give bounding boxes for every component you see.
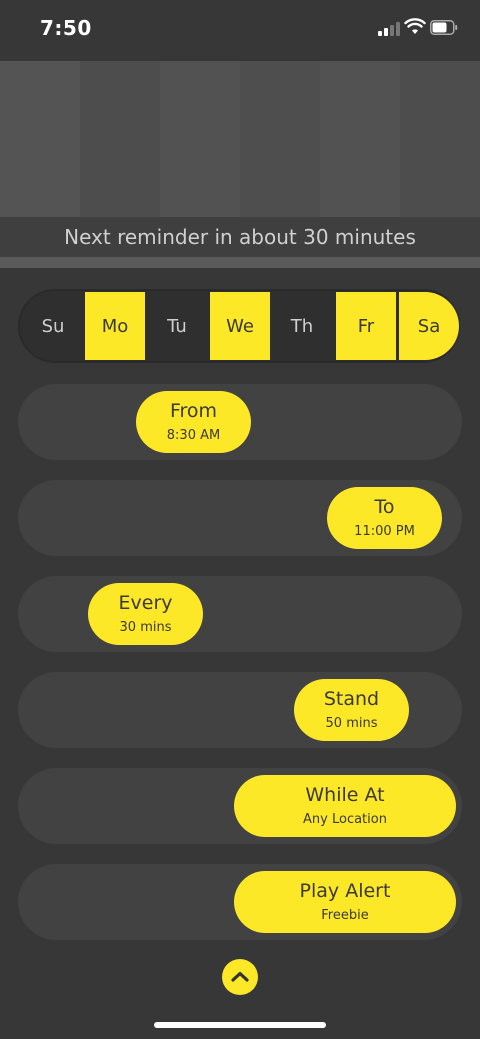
status-time: 7:50 <box>40 16 92 40</box>
while-at-title: While At <box>305 784 385 806</box>
stand-value: 50 mins <box>325 716 378 731</box>
stand-slider-track[interactable]: Stand 50 mins <box>18 672 462 748</box>
every-title: Every <box>118 592 173 614</box>
hero-band <box>0 61 80 217</box>
day-label: Tu <box>167 315 187 337</box>
stand-duration-handle[interactable]: Stand 50 mins <box>294 679 409 741</box>
to-value: 11:00 PM <box>354 524 415 539</box>
every-interval-handle[interactable]: Every 30 mins <box>88 583 203 645</box>
day-label: Fr <box>357 315 375 337</box>
day-toggle-monday[interactable]: Mo <box>85 292 145 360</box>
to-slider-track[interactable]: To 11:00 PM <box>18 480 462 556</box>
status-bar: 7:50 <box>0 0 480 60</box>
from-title: From <box>169 400 218 422</box>
hero-divider <box>0 257 480 268</box>
from-time-handle[interactable]: From 8:30 AM <box>136 391 251 453</box>
to-title: To <box>374 496 395 518</box>
hero-band <box>240 61 320 217</box>
day-toggle-friday[interactable]: Fr <box>336 292 396 360</box>
home-indicator <box>154 1022 326 1028</box>
day-toggle-wednesday[interactable]: We <box>210 292 270 360</box>
day-toggle-saturday[interactable]: Sa <box>399 292 459 360</box>
day-toggle-sunday[interactable]: Su <box>23 292 83 360</box>
day-label: Mo <box>101 315 129 337</box>
battery-icon <box>430 20 458 35</box>
wifi-icon <box>404 18 426 34</box>
day-label: We <box>226 315 254 337</box>
while-at-row[interactable]: While At Any Location <box>18 768 462 844</box>
play-alert-button[interactable]: Play Alert Freebie <box>234 871 456 933</box>
day-label: Th <box>290 315 314 337</box>
every-slider-track[interactable]: Every 30 mins <box>18 576 462 652</box>
cellular-signal-icon <box>378 20 402 36</box>
weekday-selector: Su Mo Tu We Th Fr Sa <box>18 289 460 363</box>
play-alert-value: Freebie <box>321 908 369 923</box>
reminder-header: Next reminder in about 30 minutes <box>0 61 480 268</box>
while-at-button[interactable]: While At Any Location <box>234 775 456 837</box>
day-label: Su <box>41 315 65 337</box>
while-at-value: Any Location <box>303 812 387 827</box>
from-slider-track[interactable]: From 8:30 AM <box>18 384 462 460</box>
hero-band <box>80 61 160 217</box>
stand-title: Stand <box>323 688 380 710</box>
play-alert-title: Play Alert <box>299 880 391 902</box>
day-label: Sa <box>417 315 441 337</box>
hero-band <box>160 61 240 217</box>
hero-band <box>400 61 480 217</box>
day-toggle-thursday[interactable]: Th <box>272 292 332 360</box>
chevron-up-icon <box>231 971 249 982</box>
next-reminder-message: Next reminder in about 30 minutes <box>0 217 480 257</box>
day-toggle-tuesday[interactable]: Tu <box>147 292 207 360</box>
from-value: 8:30 AM <box>166 428 221 443</box>
play-alert-row[interactable]: Play Alert Freebie <box>18 864 462 940</box>
hero-band <box>320 61 400 217</box>
to-time-handle[interactable]: To 11:00 PM <box>327 487 442 549</box>
collapse-button[interactable] <box>222 959 258 995</box>
every-value: 30 mins <box>119 620 172 635</box>
